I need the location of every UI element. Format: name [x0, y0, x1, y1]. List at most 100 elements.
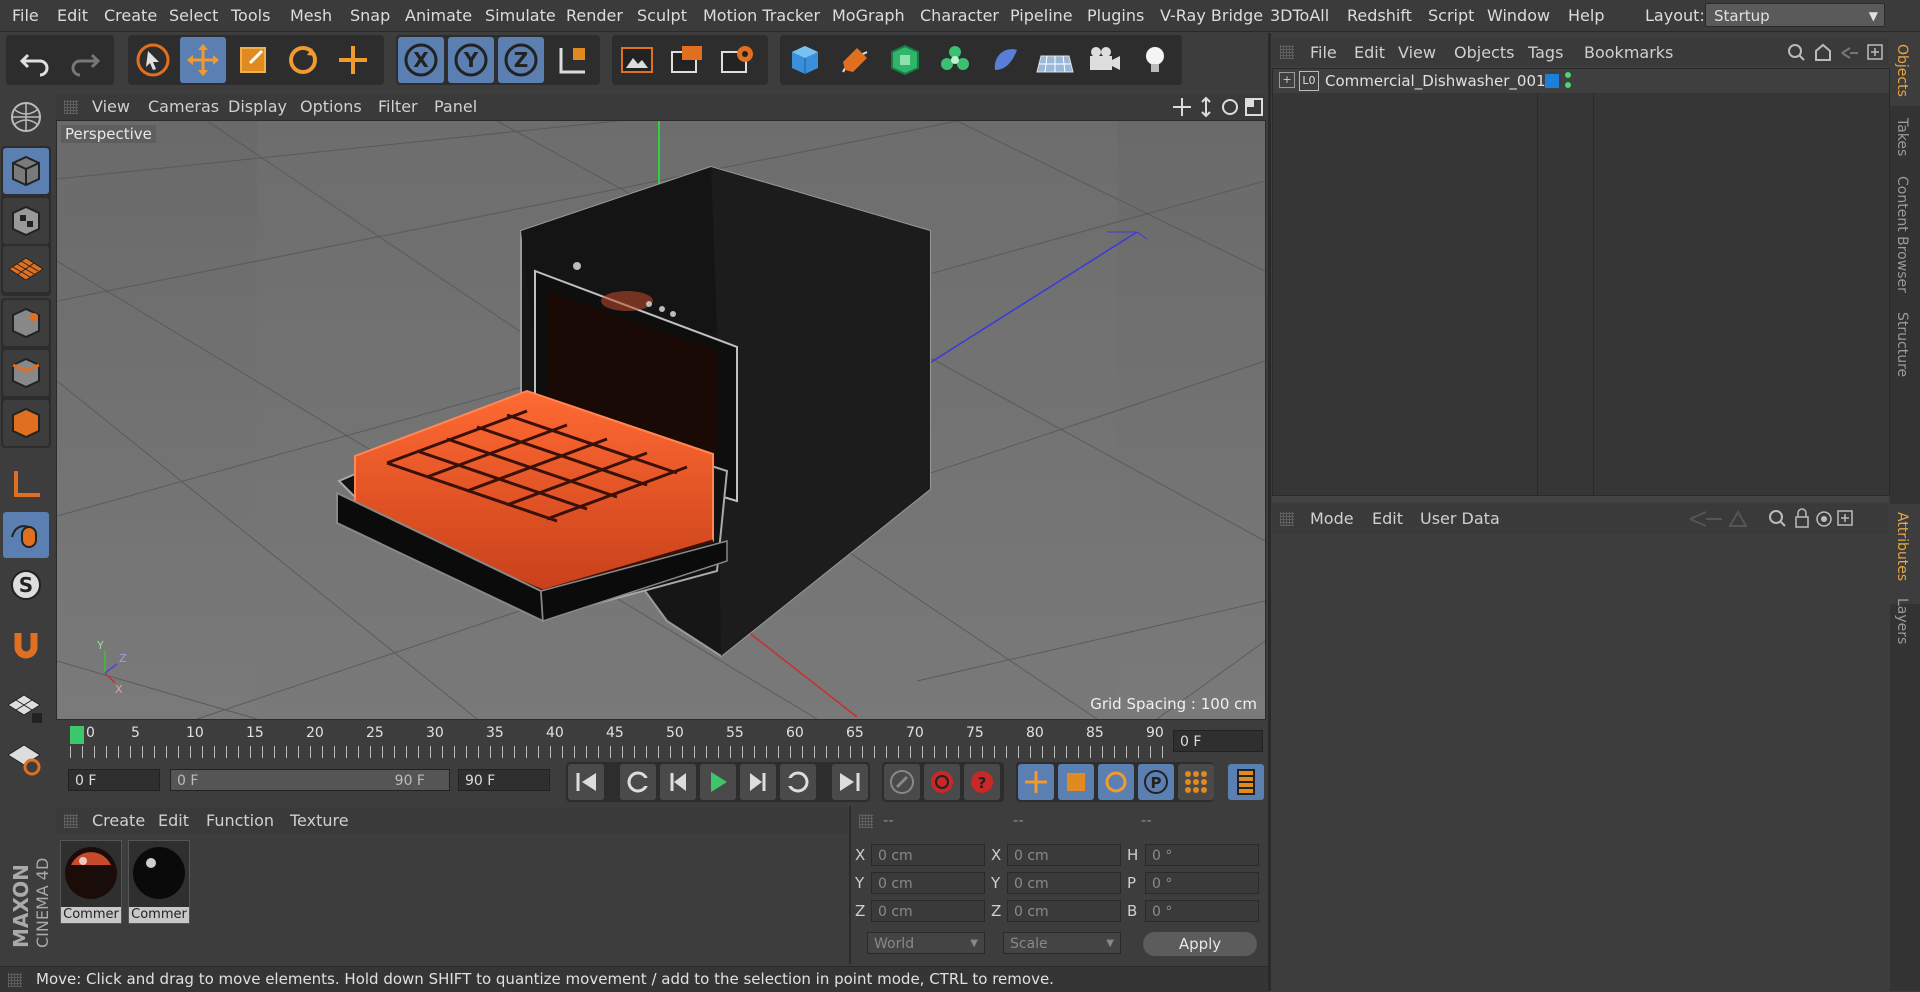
key-point-level-icon[interactable]	[1178, 764, 1214, 800]
menu-tools[interactable]: Tools	[231, 6, 270, 25]
key-parameter-icon[interactable]: P	[1138, 764, 1174, 800]
tab-layers[interactable]: Layers	[1894, 598, 1910, 644]
attr-menu-user-data[interactable]: User Data	[1420, 509, 1500, 528]
menu-render[interactable]: Render	[566, 6, 623, 25]
previous-key-icon[interactable]	[620, 764, 656, 800]
size-z-field[interactable]: 0 cm	[1007, 900, 1121, 922]
menu-window[interactable]: Window	[1487, 6, 1550, 25]
auto-keying-icon[interactable]	[924, 764, 960, 800]
panel-grip-icon[interactable]	[1280, 45, 1294, 59]
material-menu-edit[interactable]: Edit	[158, 811, 189, 830]
menu-character[interactable]: Character	[920, 6, 999, 25]
position-z-field[interactable]: 0 cm	[871, 900, 985, 922]
tweak-mode-icon[interactable]	[3, 512, 49, 558]
z-axis-lock-icon[interactable]: Z	[498, 37, 544, 83]
frame-range-slider[interactable]: 0 F 90 F	[170, 769, 450, 791]
go-to-start-icon[interactable]	[568, 764, 604, 800]
camera-icon[interactable]	[1082, 37, 1128, 83]
material-swatch[interactable]: Commer	[60, 840, 122, 924]
position-x-field[interactable]: 0 cm	[871, 844, 985, 866]
timeline-ruler[interactable]: 0 5 10 15 20 25 30 35 40 45 50 55 60 65 …	[56, 720, 1266, 760]
menu-motion-tracker[interactable]: Motion Tracker	[703, 6, 820, 25]
selection-arrow-icon[interactable]	[130, 37, 176, 83]
rotate-icon[interactable]	[280, 37, 326, 83]
rotation-h-field[interactable]: 0 °	[1145, 844, 1259, 866]
menu-snap[interactable]: Snap	[350, 6, 390, 25]
attr-header-icons[interactable]	[1686, 508, 1886, 530]
viewport-menu-filter[interactable]: Filter	[378, 97, 418, 116]
y-axis-lock-icon[interactable]: Y	[448, 37, 494, 83]
material-menu-texture[interactable]: Texture	[290, 811, 349, 830]
panel-divider[interactable]	[1272, 496, 1888, 502]
viewport-menu-panel[interactable]: Panel	[434, 97, 477, 116]
om-menu-edit[interactable]: Edit	[1354, 43, 1385, 62]
planar-workplane-icon[interactable]	[3, 736, 49, 782]
subdivision-surface-icon[interactable]	[882, 37, 928, 83]
viewport-menu-view[interactable]: View	[92, 97, 130, 116]
end-frame-field[interactable]: 90 F	[458, 769, 550, 791]
coordinate-system-icon[interactable]	[550, 37, 596, 83]
viewport-menu-cameras[interactable]: Cameras	[148, 97, 219, 116]
next-frame-icon[interactable]	[740, 764, 776, 800]
3d-viewport[interactable]: Y Z X Perspective Grid Spacing : 100 cm	[56, 120, 1266, 720]
model-mode-icon[interactable]	[3, 148, 49, 194]
size-y-field[interactable]: 0 cm	[1007, 872, 1121, 894]
previous-frame-icon[interactable]	[660, 764, 696, 800]
viewport-nav-icons[interactable]	[1172, 96, 1264, 118]
edges-mode-icon[interactable]	[3, 350, 49, 396]
attr-menu-edit[interactable]: Edit	[1372, 509, 1403, 528]
expand-icon[interactable]: +	[1279, 72, 1295, 88]
record-keys-icon[interactable]	[884, 764, 920, 800]
tab-attributes[interactable]: Attributes	[1894, 512, 1910, 581]
menu-file[interactable]: File	[12, 6, 39, 25]
panel-grip-icon[interactable]	[1280, 512, 1294, 526]
pen-spline-icon[interactable]	[832, 37, 878, 83]
menu-vray-bridge[interactable]: V-Ray Bridge	[1160, 6, 1263, 25]
menu-plugins[interactable]: Plugins	[1087, 6, 1144, 25]
size-mode-select[interactable]: Scale ▼	[1003, 932, 1121, 954]
cloner-icon[interactable]	[932, 37, 978, 83]
current-frame-field[interactable]: 0 F	[1173, 730, 1263, 752]
snap-icon[interactable]: S	[3, 562, 49, 608]
render-settings-icon[interactable]	[714, 37, 760, 83]
locked-workplane-icon[interactable]	[3, 686, 49, 732]
om-menu-view[interactable]: View	[1398, 43, 1436, 62]
panel-grip-icon[interactable]	[859, 814, 873, 828]
menu-sculpt[interactable]: Sculpt	[637, 6, 687, 25]
layer-color-swatch[interactable]	[1545, 74, 1559, 88]
key-rotation-icon[interactable]	[1098, 764, 1134, 800]
menu-edit[interactable]: Edit	[57, 6, 88, 25]
menu-mesh[interactable]: Mesh	[290, 6, 332, 25]
magnet-icon[interactable]	[3, 622, 49, 668]
size-x-field[interactable]: 0 cm	[1007, 844, 1121, 866]
object-row[interactable]: + L0 Commercial_Dishwasher_001	[1273, 69, 1889, 93]
apply-button[interactable]: Apply	[1143, 932, 1257, 956]
redo-icon[interactable]	[62, 37, 108, 83]
points-mode-icon[interactable]	[3, 300, 49, 346]
material-swatch[interactable]: Commer	[128, 840, 190, 924]
viewport-menu-options[interactable]: Options	[300, 97, 362, 116]
om-menu-tags[interactable]: Tags	[1528, 43, 1563, 62]
texture-mode-icon[interactable]	[3, 198, 49, 244]
tab-structure[interactable]: Structure	[1894, 312, 1910, 377]
menu-create[interactable]: Create	[104, 6, 157, 25]
axis-mode-icon[interactable]	[3, 462, 49, 508]
menu-3dtoall[interactable]: 3DToAll	[1270, 6, 1329, 25]
deformer-icon[interactable]	[982, 37, 1028, 83]
keyframe-selection-icon[interactable]: ?	[964, 764, 1000, 800]
menu-pipeline[interactable]: Pipeline	[1010, 6, 1073, 25]
tab-takes[interactable]: Takes	[1894, 118, 1910, 156]
menu-animate[interactable]: Animate	[405, 6, 472, 25]
start-frame-field[interactable]: 0 F	[68, 769, 160, 791]
menu-select[interactable]: Select	[169, 6, 218, 25]
menu-help[interactable]: Help	[1568, 6, 1604, 25]
go-to-end-icon[interactable]	[832, 764, 868, 800]
material-menu-function[interactable]: Function	[206, 811, 274, 830]
panel-divider[interactable]	[849, 806, 851, 964]
key-scale-icon[interactable]	[1058, 764, 1094, 800]
panel-grip-icon[interactable]	[64, 814, 78, 828]
next-key-icon[interactable]	[780, 764, 816, 800]
live-selection-icon[interactable]	[330, 37, 376, 83]
object-name[interactable]: Commercial_Dishwasher_001	[1325, 72, 1546, 90]
scale-icon[interactable]	[230, 37, 276, 83]
